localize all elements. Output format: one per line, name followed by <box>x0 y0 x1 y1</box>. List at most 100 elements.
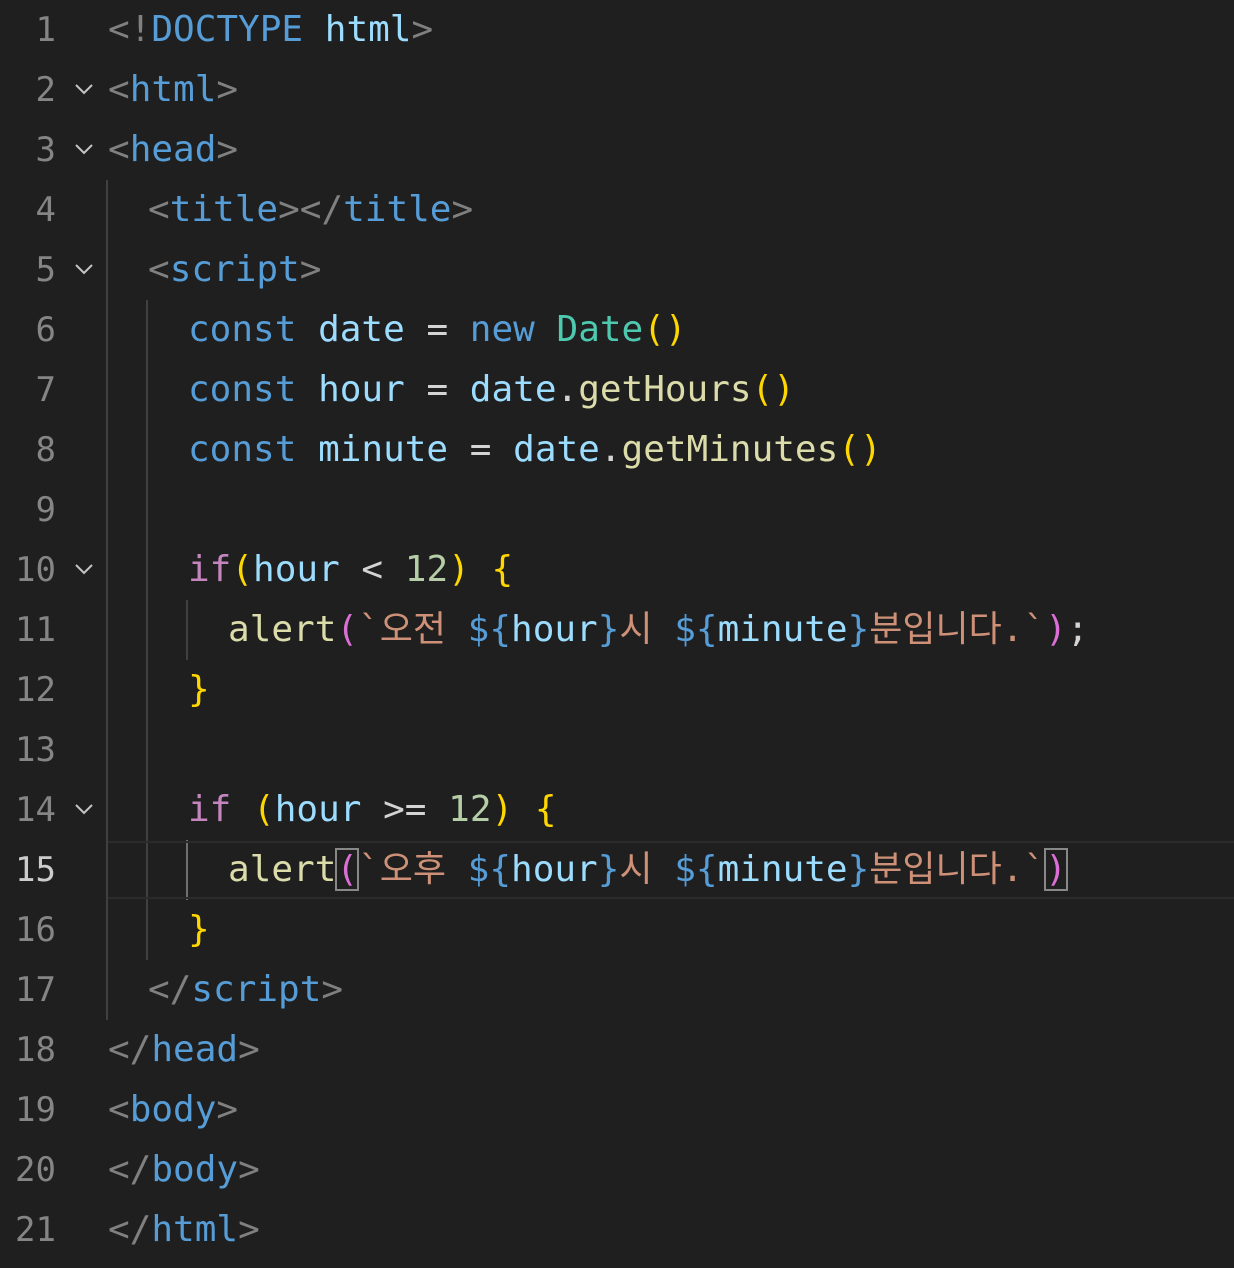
code-token: > <box>299 249 322 290</box>
code-token: DOCTYPE <box>151 9 304 50</box>
code-line[interactable]: 7 const hour = date.getHours() <box>0 360 1234 420</box>
code-token: ${ <box>674 849 718 890</box>
code-token: 시 <box>619 609 675 650</box>
code-text: const hour = date.getHours() <box>188 360 795 420</box>
code-line[interactable]: 16} <box>0 900 1234 960</box>
code-editor[interactable]: 1 <!DOCTYPE html> 2 <html> 3 <head> 4 <title></… <box>0 0 1234 1268</box>
code-text: </head> <box>108 1020 260 1080</box>
code-text: alert(`오전 ${hour}시 ${minute}분입니다.`); <box>228 600 1089 660</box>
line-number: 4 <box>35 190 56 230</box>
code-token: } <box>847 609 870 650</box>
line-number: 19 <box>15 1090 56 1130</box>
line-number: 6 <box>35 310 56 350</box>
code-token: hour <box>511 609 598 650</box>
code-text: <!DOCTYPE html> <box>108 0 433 60</box>
code-token: ) <box>1044 848 1068 891</box>
line-number: 11 <box>15 610 56 650</box>
line-number: 8 <box>35 430 56 470</box>
code-token: () <box>751 369 795 410</box>
code-text: alert(`오후 ${hour}시 ${minute}분입니다.`) <box>228 840 1068 900</box>
code-text: </script> <box>148 960 343 1020</box>
code-token: ${ <box>467 609 512 650</box>
code-token: { <box>491 549 514 590</box>
code-line[interactable]: 11 alert(`오전 ${hour}시 ${minute}분입니다.`); <box>0 600 1234 660</box>
code-token: alert <box>228 609 337 650</box>
code-token: </ <box>108 1209 152 1250</box>
code-line[interactable]: 1 <!DOCTYPE html> <box>0 0 1234 60</box>
code-token: > <box>216 69 239 110</box>
code-token: 시 <box>619 849 675 890</box>
code-token: ( <box>231 549 254 590</box>
code-token: 분입니다.` <box>869 609 1046 650</box>
code-token: html <box>324 9 412 50</box>
line-number: 17 <box>15 970 56 1010</box>
code-token: > <box>451 189 474 230</box>
code-token: > <box>321 969 344 1010</box>
code-line[interactable]: 5 <script> <box>0 240 1234 300</box>
code-token: hour <box>318 369 405 410</box>
code-line[interactable]: 21 </html> <box>0 1200 1234 1260</box>
code-token: } <box>188 909 210 950</box>
code-token: { <box>534 789 557 830</box>
code-line[interactable]: 10 if(hour < 12) { <box>0 540 1234 600</box>
line-number: 21 <box>15 1210 56 1250</box>
code-line[interactable]: 12} <box>0 660 1234 720</box>
code-line[interactable]: 8 const minute = date.getMinutes() <box>0 420 1234 480</box>
chevron-down-icon[interactable] <box>73 258 95 280</box>
code-token: new <box>469 309 535 350</box>
code-token: } <box>847 849 870 890</box>
code-token: if <box>188 549 232 590</box>
code-token: } <box>597 849 620 890</box>
code-token: `오후 <box>358 849 468 890</box>
code-token: ; <box>1066 609 1089 650</box>
code-token: date <box>318 309 405 350</box>
code-token: ) <box>448 549 470 590</box>
code-token: () <box>643 309 687 350</box>
code-token: 12 <box>448 789 492 830</box>
code-line[interactable]: 3 <head> <box>0 120 1234 180</box>
chevron-down-icon[interactable] <box>73 78 95 100</box>
code-token: = <box>404 369 470 410</box>
code-line[interactable]: 19 <body> <box>0 1080 1234 1140</box>
code-token: html <box>151 1209 239 1250</box>
line-number: 10 <box>15 550 56 590</box>
code-line[interactable]: 9 <box>0 480 1234 540</box>
code-token: hour <box>274 789 362 830</box>
chevron-down-icon[interactable] <box>73 138 95 160</box>
code-line[interactable]: 17 </script> <box>0 960 1234 1020</box>
code-token: const <box>188 369 297 410</box>
code-token: 12 <box>404 549 449 590</box>
code-line[interactable]: 15 alert(`오후 ${hour}시 ${minute}분입니다.`) <box>0 840 1234 900</box>
code-text: </body> <box>108 1140 260 1200</box>
code-token: <! <box>108 9 152 50</box>
chevron-down-icon[interactable] <box>73 558 95 580</box>
code-token: > <box>238 1149 260 1190</box>
code-text: } <box>188 660 210 720</box>
code-line[interactable]: 2 <html> <box>0 60 1234 120</box>
code-token: date <box>513 429 600 470</box>
code-line[interactable]: 14 if (hour >= 12) { <box>0 780 1234 840</box>
code-token: } <box>188 669 210 710</box>
code-line[interactable]: 13 <box>0 720 1234 780</box>
line-number: 1 <box>35 10 56 50</box>
code-token: > <box>216 129 239 170</box>
line-number: 18 <box>15 1030 56 1070</box>
code-token: > <box>238 1029 260 1070</box>
code-token: < <box>108 129 130 170</box>
code-token: head <box>151 1029 239 1070</box>
code-line[interactable]: 20 </body> <box>0 1140 1234 1200</box>
code-token: < <box>108 69 130 110</box>
code-text: const date = new Date() <box>188 300 687 360</box>
code-token: const <box>188 429 297 470</box>
chevron-down-icon[interactable] <box>73 798 95 820</box>
code-token: date <box>469 369 557 410</box>
code-line[interactable]: 18 </head> <box>0 1020 1234 1080</box>
code-token: = <box>448 429 514 470</box>
code-token: </ <box>148 969 192 1010</box>
code-line[interactable]: 4 <title></title> <box>0 180 1234 240</box>
code-token: getMinutes <box>621 429 839 470</box>
code-token: body <box>151 1149 239 1190</box>
code-line[interactable]: 6 const date = new Date() <box>0 300 1234 360</box>
code-token: ${ <box>674 609 718 650</box>
